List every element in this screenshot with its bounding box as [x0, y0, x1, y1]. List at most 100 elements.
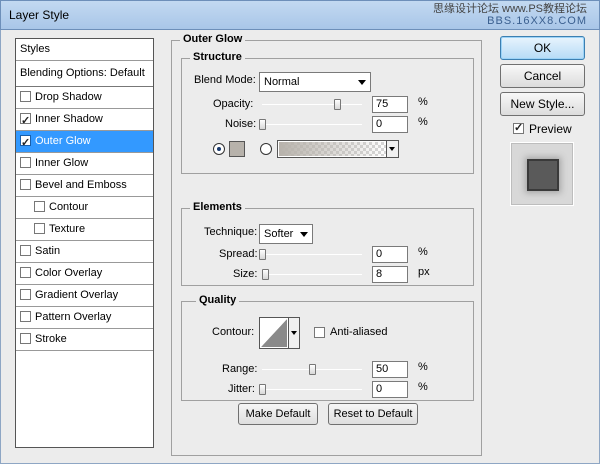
size-label: Size: — [233, 268, 258, 280]
style-item-pattern-overlay[interactable]: Pattern Overlay — [16, 307, 153, 329]
range-unit: % — [418, 361, 428, 373]
quality-title: Quality — [196, 294, 240, 306]
style-preview-thumbnail — [510, 142, 574, 206]
chevron-down-icon — [291, 331, 297, 335]
chevron-down-icon — [358, 80, 366, 85]
contour-preview-icon — [261, 319, 287, 347]
technique-select[interactable]: Softer — [259, 224, 313, 244]
noise-slider-thumb[interactable] — [259, 119, 266, 130]
size-input[interactable]: 8 — [372, 266, 408, 283]
style-item-label: Color Overlay — [35, 267, 103, 279]
contour-picker[interactable] — [259, 317, 300, 349]
texture-checkbox[interactable] — [34, 223, 45, 234]
noise-slider-track[interactable] — [262, 124, 362, 125]
blending-options-item[interactable]: Blending Options: Default — [16, 61, 153, 87]
spread-input[interactable]: 0 — [372, 246, 408, 263]
gradient-radio[interactable] — [260, 143, 272, 155]
preview-checkbox[interactable] — [513, 121, 524, 134]
preview-label: Preview — [529, 122, 572, 136]
style-item-label: Drop Shadow — [35, 91, 102, 103]
noise-input[interactable]: 0 — [372, 116, 408, 133]
size-slider-thumb[interactable] — [262, 269, 269, 280]
bevel-and-emboss-checkbox[interactable] — [20, 179, 31, 190]
opacity-unit: % — [418, 96, 428, 108]
stroke-checkbox[interactable] — [20, 333, 31, 344]
inner-glow-checkbox[interactable] — [20, 157, 31, 168]
style-item-label: Satin — [35, 245, 61, 257]
chevron-down-icon — [389, 147, 395, 151]
outer-glow-panel: Outer Glow Structure Blend Mode: Normal … — [171, 33, 482, 456]
watermark-line-1: 思缘设计论坛 www.PS教程论坛 — [432, 3, 587, 15]
gradient-overlay-checkbox[interactable] — [20, 289, 31, 300]
glow-color-swatch[interactable] — [229, 141, 245, 157]
style-item-inner-glow[interactable]: Inner Glow — [16, 153, 153, 175]
jitter-label: Jitter: — [228, 383, 255, 395]
elements-group: Elements Technique: Softer Spread: 0 % S… — [181, 201, 474, 286]
jitter-slider-thumb[interactable] — [259, 384, 266, 395]
noise-unit: % — [418, 116, 428, 128]
size-slider-track[interactable] — [262, 274, 362, 275]
opacity-slider-thumb[interactable] — [334, 99, 341, 110]
contour-label: Contour: — [212, 326, 255, 338]
contour-checkbox[interactable] — [34, 201, 45, 212]
drop-shadow-checkbox[interactable] — [20, 91, 31, 102]
outer-glow-title: Outer Glow — [180, 33, 246, 45]
gradient-picker[interactable] — [277, 140, 399, 158]
watermark-line-2: BBS.16XX8.COM — [487, 15, 587, 27]
style-item-stroke[interactable]: Stroke — [16, 329, 153, 351]
color-overlay-checkbox[interactable] — [20, 267, 31, 278]
chevron-down-icon — [300, 232, 308, 237]
spread-label: Spread: — [219, 248, 258, 260]
dialog-body: Styles Blending Options: Default Drop Sh… — [0, 30, 600, 464]
gradient-dropdown[interactable] — [386, 141, 398, 157]
opacity-label: Opacity: — [213, 98, 254, 110]
style-item-bevel-and-emboss[interactable]: Bevel and Emboss — [16, 175, 153, 197]
style-item-outer-glow[interactable]: Outer Glow — [16, 131, 153, 154]
contour-dropdown[interactable] — [288, 318, 299, 348]
satin-checkbox[interactable] — [20, 245, 31, 256]
structure-title: Structure — [190, 51, 245, 63]
jitter-input[interactable]: 0 — [372, 381, 408, 398]
radio-dot-icon — [217, 147, 221, 151]
spread-unit: % — [418, 246, 428, 258]
noise-label: Noise: — [225, 118, 257, 130]
opacity-input[interactable]: 75 — [372, 96, 408, 113]
range-slider-thumb[interactable] — [309, 364, 316, 375]
spread-slider-track[interactable] — [262, 254, 362, 255]
quality-group: Quality Contour: Anti-aliased Range: 50 … — [181, 294, 474, 401]
ok-button[interactable]: OK — [500, 36, 585, 60]
reset-to-default-button[interactable]: Reset to Default — [328, 403, 418, 425]
styles-header[interactable]: Styles — [16, 39, 153, 61]
style-item-drop-shadow[interactable]: Drop Shadow — [16, 87, 153, 109]
style-item-label: Pattern Overlay — [35, 311, 112, 323]
cancel-button[interactable]: Cancel — [500, 64, 585, 88]
window-title: Layer Style — [9, 8, 70, 22]
style-item-texture[interactable]: Texture — [16, 219, 153, 241]
outer-glow-checkbox[interactable] — [20, 133, 31, 154]
anti-aliased-checkbox[interactable] — [314, 327, 325, 338]
jitter-slider-track[interactable] — [262, 389, 362, 390]
style-item-label: Contour — [49, 201, 89, 213]
title-bar: Layer Style 思缘设计论坛 www.PS教程论坛 BBS.16XX8.… — [0, 0, 600, 30]
style-item-contour[interactable]: Contour — [16, 197, 153, 219]
style-item-label: Texture — [49, 223, 86, 235]
pattern-overlay-checkbox[interactable] — [20, 311, 31, 322]
opacity-slider-track[interactable] — [262, 104, 362, 105]
style-item-inner-shadow[interactable]: Inner Shadow — [16, 109, 153, 132]
style-item-color-overlay[interactable]: Color Overlay — [16, 263, 153, 285]
new-style-button[interactable]: New Style... — [500, 92, 585, 116]
anti-aliased-label: Anti-aliased — [330, 326, 388, 338]
technique-label: Technique: — [204, 226, 258, 238]
spread-slider-thumb[interactable] — [259, 249, 266, 260]
style-item-label: Stroke — [35, 333, 67, 345]
style-item-label: Bevel and Emboss — [35, 179, 127, 191]
style-item-gradient-overlay[interactable]: Gradient Overlay — [16, 285, 153, 307]
range-input[interactable]: 50 — [372, 361, 408, 378]
inner-shadow-checkbox[interactable] — [20, 111, 31, 132]
color-radio[interactable] — [213, 143, 225, 155]
make-default-button[interactable]: Make Default — [238, 403, 318, 425]
jitter-unit: % — [418, 381, 428, 393]
blend-mode-value: Normal — [264, 76, 300, 88]
blend-mode-select[interactable]: Normal — [259, 72, 371, 92]
style-item-satin[interactable]: Satin — [16, 241, 153, 263]
